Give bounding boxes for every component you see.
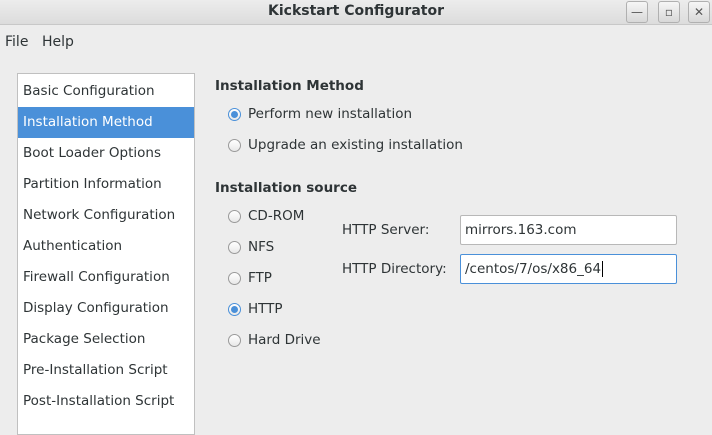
minimize-icon: — bbox=[631, 5, 643, 19]
hard-drive-radio[interactable] bbox=[228, 334, 241, 347]
http-directory-field[interactable]: /centos/7/os/x86_64 bbox=[460, 254, 677, 284]
ftp-radio[interactable] bbox=[228, 272, 241, 285]
perform-new-installation-radio[interactable] bbox=[228, 108, 241, 121]
sidebar-item-partition-information[interactable]: Partition Information bbox=[18, 169, 194, 200]
http-label[interactable]: HTTP bbox=[248, 301, 283, 317]
http-directory-value: /centos/7/os/x86_64 bbox=[465, 261, 602, 277]
http-directory-label: HTTP Directory: bbox=[342, 261, 447, 277]
sidebar-item-boot-loader-options[interactable]: Boot Loader Options bbox=[18, 138, 194, 169]
nfs-label[interactable]: NFS bbox=[248, 239, 274, 255]
upgrade-installation-label[interactable]: Upgrade an existing installation bbox=[248, 137, 463, 153]
http-server-field[interactable]: mirrors.163.com bbox=[460, 215, 677, 245]
close-button[interactable]: ✕ bbox=[688, 1, 710, 23]
http-radio[interactable] bbox=[228, 303, 241, 316]
sidebar-item-basic-configuration[interactable]: Basic Configuration bbox=[18, 76, 194, 107]
installation-source-heading: Installation source bbox=[215, 180, 358, 196]
sidebar-item-installation-method[interactable]: Installation Method bbox=[18, 107, 194, 138]
sidebar-item-firewall-configuration[interactable]: Firewall Configuration bbox=[18, 262, 194, 293]
sidebar-item-post-installation-script[interactable]: Post-Installation Script bbox=[18, 386, 194, 417]
section-list: Basic Configuration Installation Method … bbox=[17, 73, 195, 435]
installation-method-heading: Installation Method bbox=[215, 78, 364, 94]
sidebar-item-display-configuration[interactable]: Display Configuration bbox=[18, 293, 194, 324]
ftp-label[interactable]: FTP bbox=[248, 270, 272, 286]
http-server-label: HTTP Server: bbox=[342, 222, 430, 238]
title-bar: Kickstart Configurator — ▫ ✕ bbox=[0, 0, 712, 25]
sidebar-item-network-configuration[interactable]: Network Configuration bbox=[18, 200, 194, 231]
cdrom-label[interactable]: CD-ROM bbox=[248, 208, 304, 224]
window-title: Kickstart Configurator bbox=[268, 3, 444, 19]
close-icon: ✕ bbox=[693, 5, 705, 19]
sidebar-item-authentication[interactable]: Authentication bbox=[18, 231, 194, 262]
minimize-button[interactable]: — bbox=[626, 1, 648, 23]
text-caret bbox=[602, 261, 604, 277]
menu-help[interactable]: Help bbox=[42, 34, 74, 50]
maximize-icon: ▫ bbox=[664, 5, 674, 19]
http-server-value: mirrors.163.com bbox=[465, 222, 577, 238]
maximize-button[interactable]: ▫ bbox=[658, 1, 680, 23]
upgrade-installation-radio[interactable] bbox=[228, 139, 241, 152]
hard-drive-label[interactable]: Hard Drive bbox=[248, 332, 321, 348]
menu-file[interactable]: File bbox=[5, 34, 28, 50]
menu-bar: File Help bbox=[0, 25, 712, 57]
sidebar-item-package-selection[interactable]: Package Selection bbox=[18, 324, 194, 355]
sidebar-item-pre-installation-script[interactable]: Pre-Installation Script bbox=[18, 355, 194, 386]
perform-new-installation-label[interactable]: Perform new installation bbox=[248, 106, 412, 122]
cdrom-radio[interactable] bbox=[228, 210, 241, 223]
nfs-radio[interactable] bbox=[228, 241, 241, 254]
